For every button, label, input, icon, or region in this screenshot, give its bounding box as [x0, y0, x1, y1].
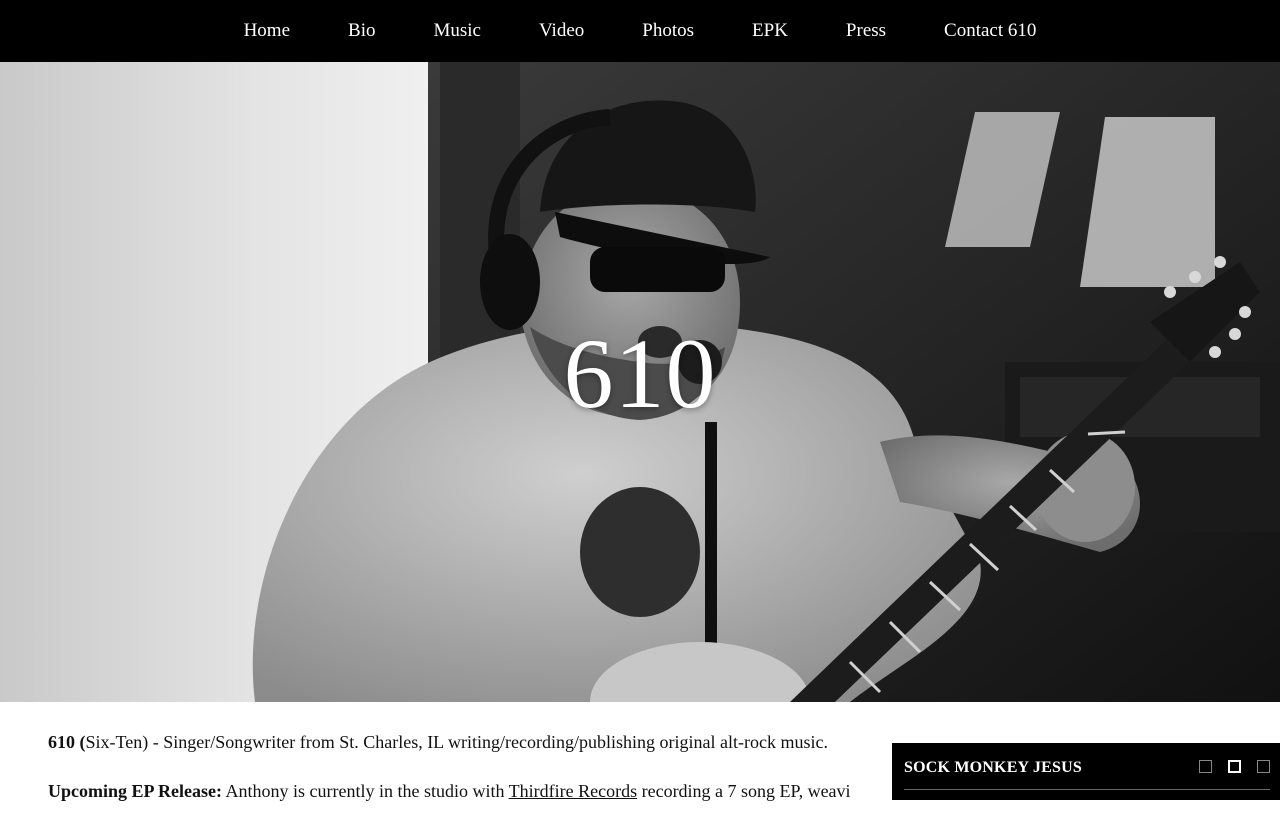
nav-bio[interactable]: Bio [348, 20, 375, 42]
track-title: SOCK MONKEY JESUS [904, 759, 1082, 776]
hero-banner: 610 [0, 62, 1280, 702]
site-title: 610 [563, 318, 717, 429]
player-controls [1199, 760, 1270, 773]
nav-press[interactable]: Press [846, 20, 886, 42]
next-icon[interactable] [1257, 760, 1270, 773]
intro-text: Six-Ten) - Singer/Songwriter from St. Ch… [85, 732, 828, 752]
progress-track[interactable] [904, 789, 1270, 790]
top-navigation: Home Bio Music Video Photos EPK Press Co… [0, 0, 1280, 62]
nav-home[interactable]: Home [244, 20, 290, 42]
ep-text-before: Anthony is currently in the studio with [221, 780, 509, 801]
intro-name: 610 ( [48, 732, 86, 752]
nav-video[interactable]: Video [539, 20, 584, 42]
nav-photos[interactable]: Photos [642, 20, 694, 42]
music-player: SOCK MONKEY JESUS [892, 743, 1280, 800]
stop-icon[interactable] [1228, 760, 1241, 773]
ep-text-after: recording a 7 song EP, weavi [637, 780, 851, 801]
nav-music[interactable]: Music [433, 20, 481, 42]
nav-contact[interactable]: Contact 610 [944, 20, 1036, 42]
nav-epk[interactable]: EPK [752, 20, 788, 42]
prev-icon[interactable] [1199, 760, 1212, 773]
thirdfire-records-link[interactable]: Thirdfire Records [509, 781, 637, 801]
ep-heading: Upcoming EP Release: [48, 780, 222, 801]
